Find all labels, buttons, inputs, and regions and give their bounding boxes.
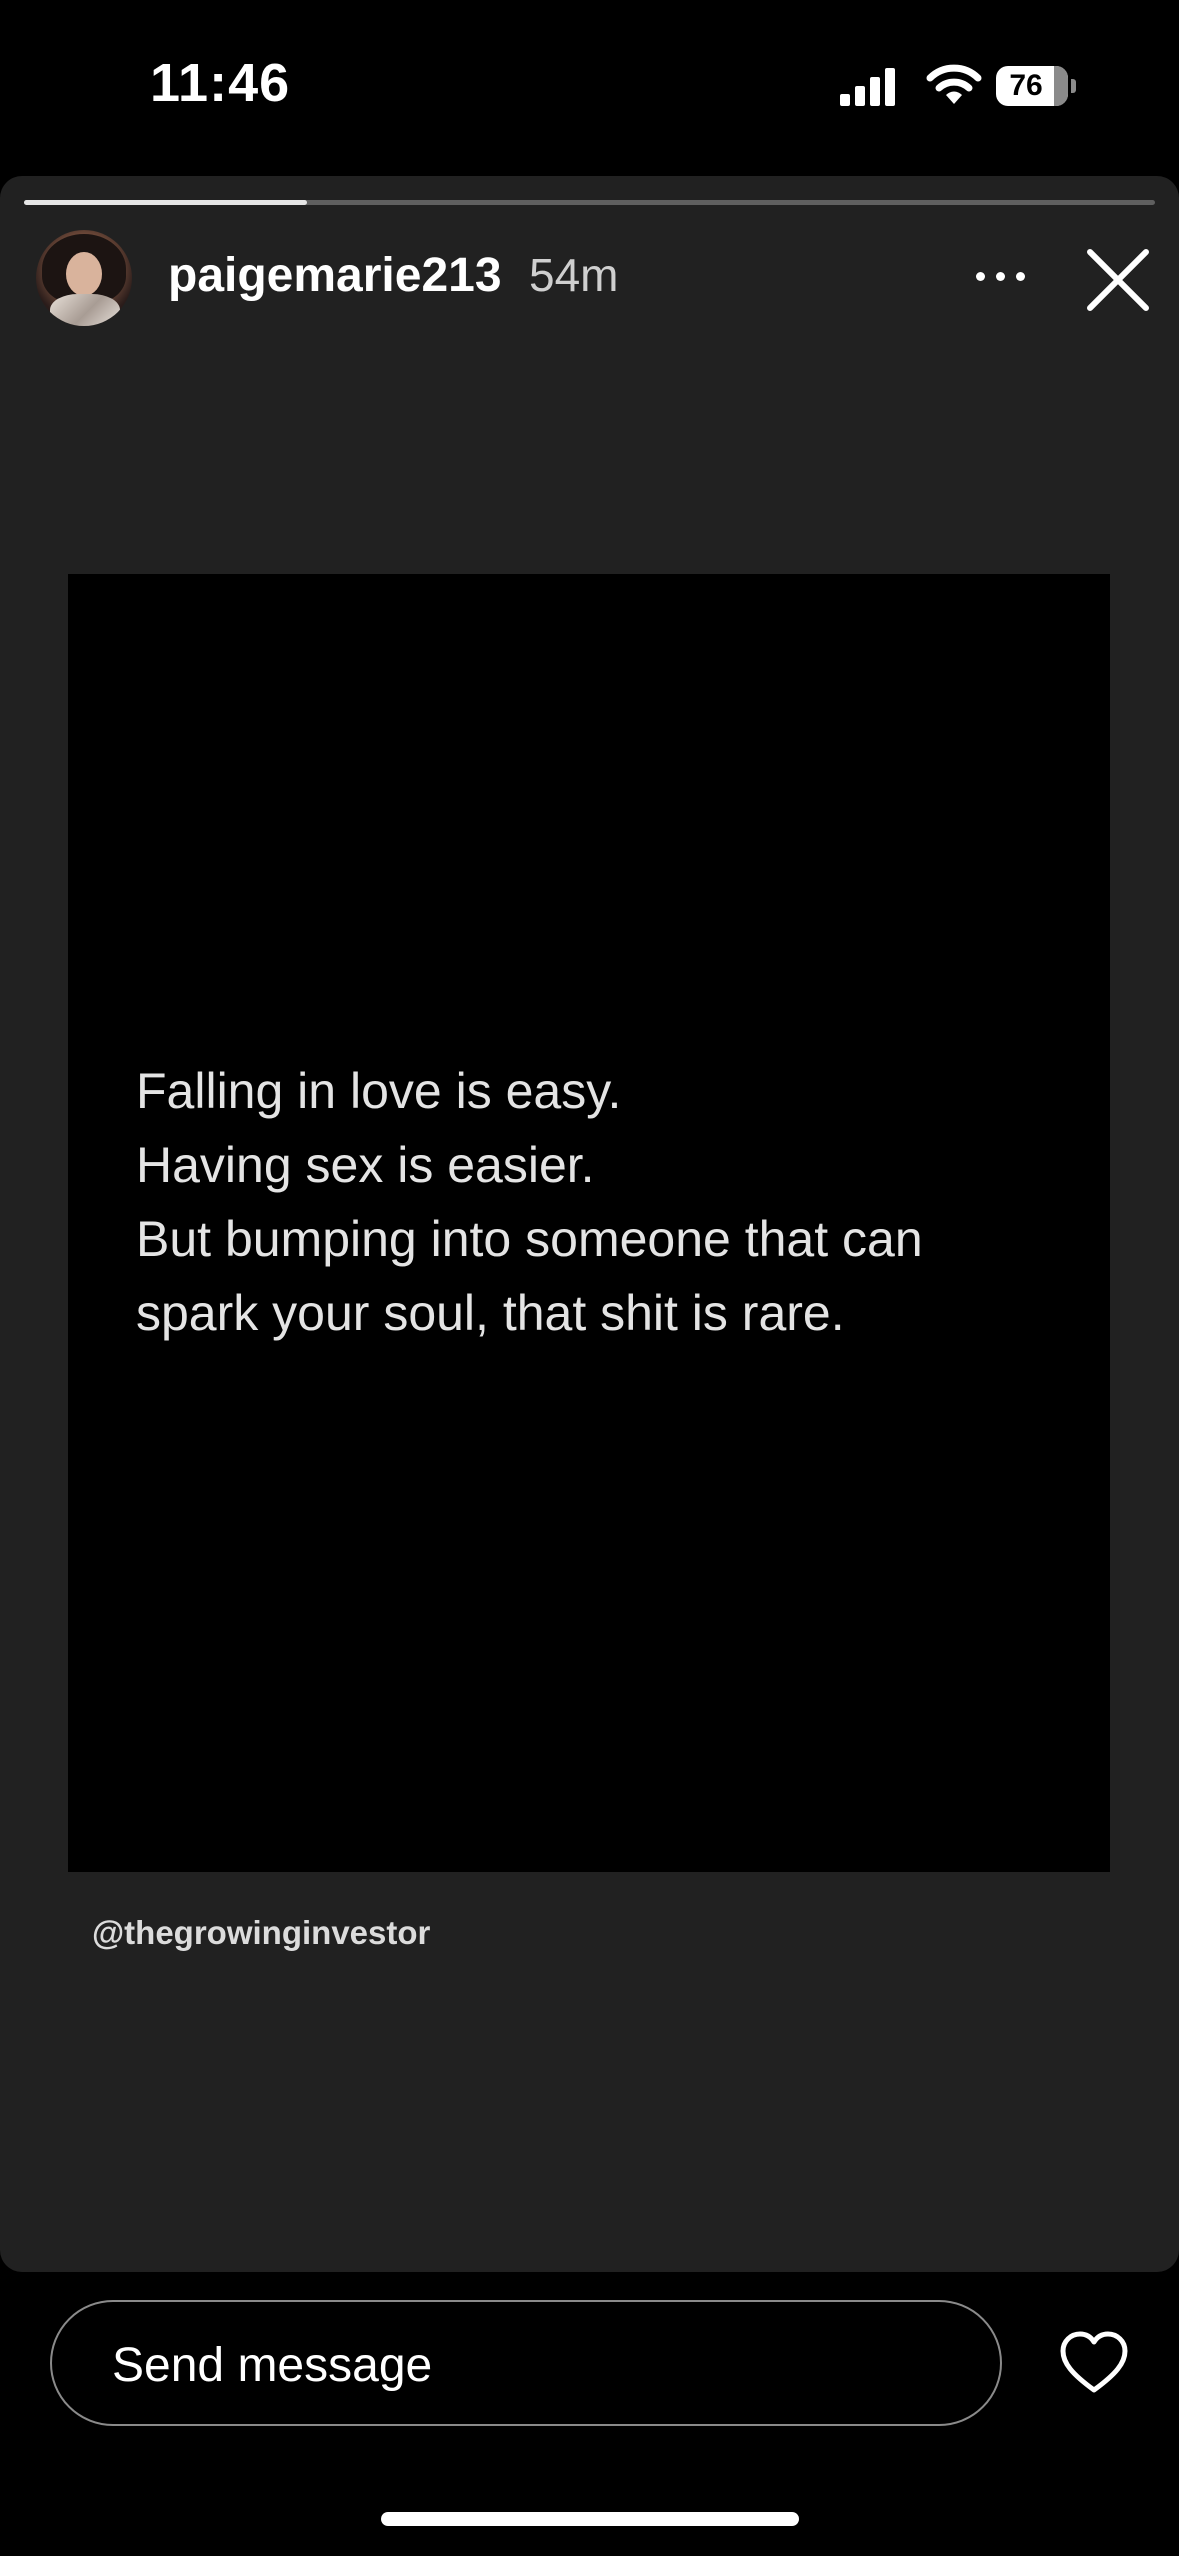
post-credit-handle: @thegrowinginvestor [92, 1914, 431, 1951]
quote-text: Falling in love is easy. Having sex is e… [136, 1054, 1076, 1350]
quote-line: Falling in love is easy. [136, 1063, 622, 1119]
avatar[interactable] [36, 230, 132, 326]
send-message-input[interactable]: Send message [50, 2300, 1002, 2426]
more-options-button[interactable] [960, 262, 1040, 292]
wifi-icon [926, 64, 982, 104]
story-progress-bar [24, 200, 1155, 205]
status-icons: 76 [840, 62, 1100, 110]
quote-line: Having sex is easier. [136, 1137, 595, 1193]
avatar-face [66, 252, 102, 296]
battery-icon: 76 [996, 66, 1076, 106]
story-progress-fill [24, 200, 307, 205]
heart-icon [1060, 2331, 1128, 2393]
battery-percentage: 76 [1009, 69, 1043, 102]
story-card[interactable]: paigemarie213 54m Falling in love is eas… [0, 176, 1179, 2272]
quote-line: But bumping into someone that can [136, 1211, 923, 1267]
battery-nub [1071, 79, 1076, 93]
status-time: 11:46 [150, 53, 291, 113]
like-button[interactable] [1058, 2330, 1130, 2396]
battery-empty-portion [1054, 66, 1068, 106]
more-icon [976, 272, 985, 281]
avatar-dress [50, 294, 120, 326]
close-button[interactable] [1084, 246, 1152, 314]
story-post-image[interactable]: Falling in love is easy. Having sex is e… [68, 574, 1110, 1872]
quote-line: spark your soul, that shit is rare. [136, 1285, 845, 1341]
battery-body: 76 [996, 66, 1068, 106]
close-icon [1087, 249, 1149, 311]
status-bar: 11:46 76 [0, 0, 1179, 170]
more-icon-dot [1016, 272, 1025, 281]
more-icon-dot [996, 272, 1005, 281]
story-username[interactable]: paigemarie213 [168, 248, 502, 303]
home-indicator[interactable] [381, 2512, 799, 2526]
story-timestamp: 54m [529, 249, 619, 301]
send-message-placeholder: Send message [112, 2339, 433, 2392]
signal-icon [840, 68, 895, 106]
